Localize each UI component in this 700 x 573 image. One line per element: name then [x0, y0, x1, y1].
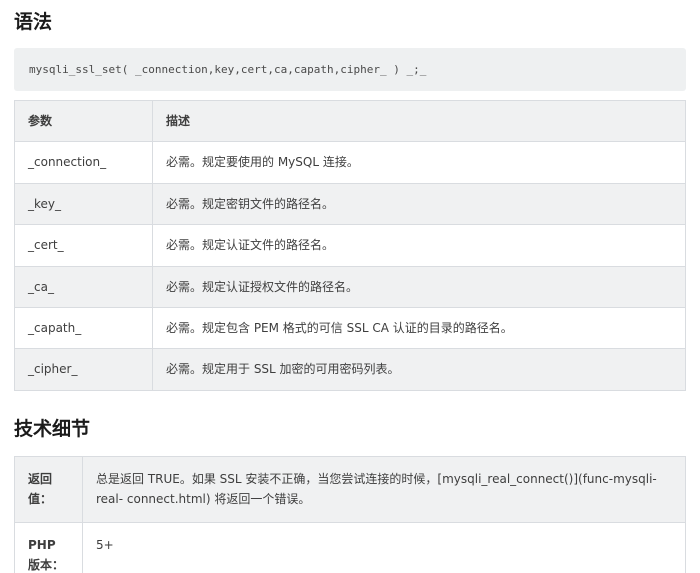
table-row: _connection_ 必需。规定要使用的 MySQL 连接。 — [14, 141, 686, 184]
table-row: _capath_ 必需。规定包含 PEM 格式的可信 SSL CA 认证的目录的… — [14, 306, 686, 350]
table-row: _key_ 必需。规定密钥文件的路径名。 — [14, 182, 686, 226]
param-name-cell: _ca_ — [14, 265, 153, 308]
param-desc-cell: 必需。规定认证文件的路径名。 — [152, 224, 686, 267]
doc-page: 语法 mysqli_ssl_set( _connection,key,cert,… — [0, 0, 700, 573]
param-name-cell: _cert_ — [14, 224, 153, 267]
table-row: 返回值： 总是返回 TRUE。如果 SSL 安装不正确，当您尝试连接的时候，[m… — [14, 455, 686, 523]
param-name-cell: _connection_ — [14, 141, 153, 184]
table-row: _cipher_ 必需。规定用于 SSL 加密的可用密码列表。 — [14, 348, 686, 391]
param-desc-cell: 必需。规定密钥文件的路径名。 — [152, 182, 686, 226]
param-name-cell: _capath_ — [14, 306, 153, 350]
table-row: PHP 版本： 5+ — [14, 521, 686, 573]
desc-column-header: 描述 — [152, 99, 686, 143]
param-column-header: 参数 — [14, 99, 153, 143]
syntax-code-block: mysqli_ssl_set( _connection,key,cert,ca,… — [14, 48, 686, 91]
table-header-row: 参数 描述 — [14, 99, 686, 143]
table-row: _cert_ 必需。规定认证文件的路径名。 — [14, 224, 686, 267]
details-heading: 技术细节 — [14, 417, 91, 440]
detail-value-cell: 总是返回 TRUE。如果 SSL 安装不正确，当您尝试连接的时候，[mysqli… — [82, 455, 686, 523]
parameters-table: 参数 描述 _connection_ 必需。规定要使用的 MySQL 连接。 _… — [14, 99, 686, 391]
param-name-cell: _cipher_ — [14, 348, 153, 391]
syntax-heading: 语法 — [14, 11, 53, 33]
detail-label-cell: PHP 版本： — [14, 521, 83, 573]
table-row: _ca_ 必需。规定认证授权文件的路径名。 — [14, 265, 686, 308]
param-name-cell: _key_ — [14, 182, 153, 226]
technical-details-table: 返回值： 总是返回 TRUE。如果 SSL 安装不正确，当您尝试连接的时候，[m… — [14, 455, 686, 573]
param-desc-cell: 必需。规定要使用的 MySQL 连接。 — [152, 141, 686, 184]
param-desc-cell: 必需。规定用于 SSL 加密的可用密码列表。 — [152, 348, 686, 391]
param-desc-cell: 必需。规定认证授权文件的路径名。 — [152, 265, 686, 308]
detail-value-cell: 5+ — [82, 521, 686, 573]
param-desc-cell: 必需。规定包含 PEM 格式的可信 SSL CA 认证的目录的路径名。 — [152, 306, 686, 350]
detail-label-cell: 返回值： — [14, 455, 83, 523]
